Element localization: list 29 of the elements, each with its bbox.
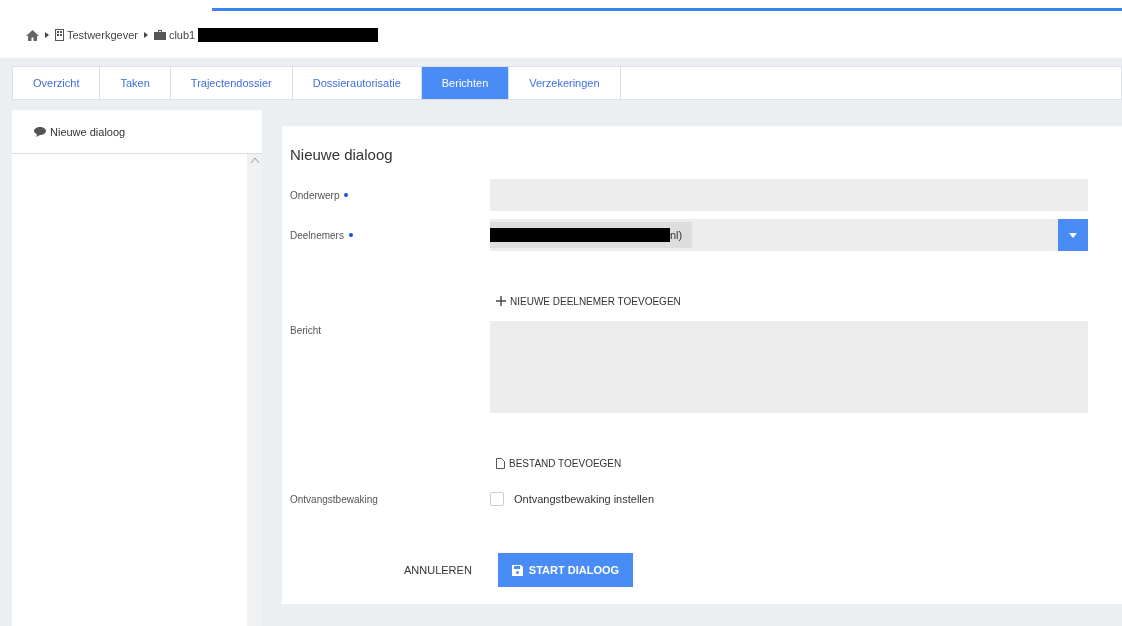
chip-text: nl) [670,229,683,241]
caret-icon [143,32,148,38]
field-label: Ontvangstbewaking [290,493,378,505]
sidebar-item-label: Nieuwe dialoog [50,125,126,138]
save-icon [511,564,523,576]
scrollbar[interactable] [247,154,262,626]
caret-icon [45,32,49,38]
cancel-button[interactable]: ANNULEREN [398,563,478,577]
caret-down-icon [1069,232,1077,238]
breadcrumb-link[interactable]: Testwerkgever [67,29,138,41]
checkbox-label: Ontvangstbewaking instellen [514,493,655,505]
scroll-up-icon[interactable] [250,158,259,163]
field-label: Onderwerp [290,189,340,201]
home-icon[interactable] [26,29,39,41]
file-icon [496,457,505,469]
field-label: Deelnemers [290,229,344,241]
checkbox[interactable] [490,492,504,506]
breadcrumb-link[interactable]: club1 [168,29,196,41]
add-file-link[interactable]: BESTAND TOEVOEGEN [490,457,1088,469]
add-participant-link[interactable]: NIEUWE DEELNEMER TOEVOEGEN [490,295,687,307]
form-title: Nieuwe dialoog [290,146,394,163]
sidebar-item[interactable]: Nieuwe dialoog [12,110,262,154]
speech-bubble-icon [34,126,46,137]
building-icon [55,29,64,41]
participants-select[interactable]: nl) [490,219,1088,251]
briefcase-icon [153,30,166,40]
plus-icon [496,296,506,306]
field-label: Bericht [290,325,322,336]
dropdown-button[interactable] [1058,219,1088,251]
